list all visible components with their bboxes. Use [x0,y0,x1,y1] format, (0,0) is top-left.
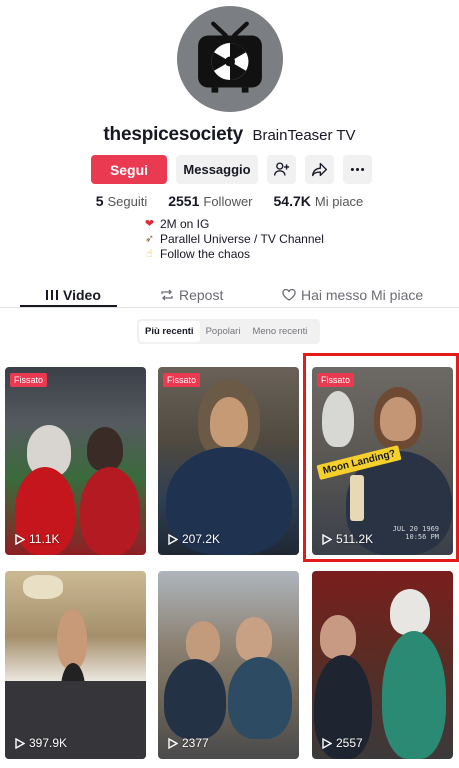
video-grid-icon [46,290,58,300]
followers-count: 2551 [168,193,200,209]
video-tile[interactable]: 397.9K [5,571,146,759]
message-button[interactable]: Messaggio [176,155,258,184]
view-count: 11.1K [15,532,59,546]
profile-stats: 5 Seguiti 2551 Follower 54.7K Mi piace [0,193,459,209]
nickname: BrainTeaser TV [252,127,356,144]
view-count: 2377 [168,736,209,750]
followers-stat[interactable]: 2551 Follower [168,193,252,209]
tab-video[interactable]: Video [46,283,101,307]
follow-button[interactable]: Segui [91,155,167,184]
tab-liked-label: Hai messo Mi piace [301,287,424,303]
bio-line: ❤ 2M on IG [143,217,324,232]
pinned-badge: Fissato [10,373,48,387]
more-dots-icon [350,167,365,172]
bio-text: Follow the chaos [160,247,251,261]
following-stat[interactable]: 5 Seguiti [96,193,148,209]
following-count: 5 [95,193,104,209]
tabs-divider [0,307,459,308]
heart-emoji-icon: ❤ [144,218,155,230]
pinned-badge: Fissato [163,373,201,387]
profile-name-row: thespicesociety BrainTeaser TV [0,124,459,146]
following-label: Seguiti [107,194,148,209]
timestamp-overlay: JUL 20 1969 10:56 PM [393,525,439,541]
video-tile[interactable]: 2557 [312,571,453,759]
video-tile[interactable]: Fissato 11.1K [5,367,146,555]
view-count-value: 2377 [182,736,209,750]
add-user-icon [274,162,290,176]
timestamp-date: JUL 20 1969 [392,525,439,533]
view-count: 511.2K [322,532,373,546]
add-friend-button[interactable] [267,155,296,184]
play-icon [168,737,178,749]
tab-liked[interactable]: Hai messo Mi piace [282,283,423,307]
view-count-value: 207.2K [182,532,221,546]
share-button[interactable] [305,155,334,184]
play-icon [168,533,178,545]
filter-most-recent[interactable]: Più recenti [139,321,200,342]
view-count-value: 397.9K [29,736,68,750]
sort-filters: Più recenti Popolari Meno recenti [137,319,320,344]
timestamp-time: 10:56 PM [405,533,439,541]
pinned-badge: Fissato [317,373,355,387]
followers-label: Follower [203,194,253,209]
avatar[interactable] [177,6,283,112]
tab-repost-label: Repost [179,287,224,303]
bio-text: 2M on IG [160,217,210,231]
bio: ❤ 2M on IG ➶ Parallel Universe / TV Channe… [143,217,324,262]
pointing-hand-emoji-icon: ☝ [146,248,153,260]
tab-video-label: Video [63,287,101,303]
play-icon [15,533,25,545]
heart-lock-icon [282,289,296,301]
view-count-value: 11.1K [29,532,60,546]
video-tile[interactable]: Fissato 207.2K [158,367,299,555]
likes-label: Mi piace [314,194,364,209]
video-tile[interactable]: 2377 [158,571,299,759]
view-count-value: 2557 [336,736,363,750]
repost-icon [161,289,173,301]
bio-text: Parallel Universe / TV Channel [160,232,324,246]
filter-oldest[interactable]: Meno recenti [246,321,313,342]
more-button[interactable] [343,155,372,184]
filter-popular[interactable]: Popolari [200,321,247,342]
bio-line: ☝ Follow the chaos [143,247,324,262]
likes-count: 54.7K [273,193,311,209]
profile-actions: Segui Messaggio [91,155,372,184]
video-tile[interactable]: Fissato Moon Landing? JUL 20 1969 10:56 … [312,367,453,555]
username: thespicesociety [103,124,243,145]
rocket-emoji-icon: ➶ [144,233,155,245]
share-arrow-icon [312,162,327,177]
play-icon [15,737,25,749]
bio-line: ➶ Parallel Universe / TV Channel [143,232,324,247]
view-count: 2557 [322,736,363,750]
play-icon [322,533,332,545]
view-count: 207.2K [168,532,220,546]
tv-logo-icon [198,21,262,93]
likes-stat: 54.7K Mi piace [274,193,364,209]
tab-repost[interactable]: Repost [160,283,223,307]
view-count: 397.9K [15,736,67,750]
play-icon [322,737,332,749]
view-count-value: 511.2K [336,532,374,546]
